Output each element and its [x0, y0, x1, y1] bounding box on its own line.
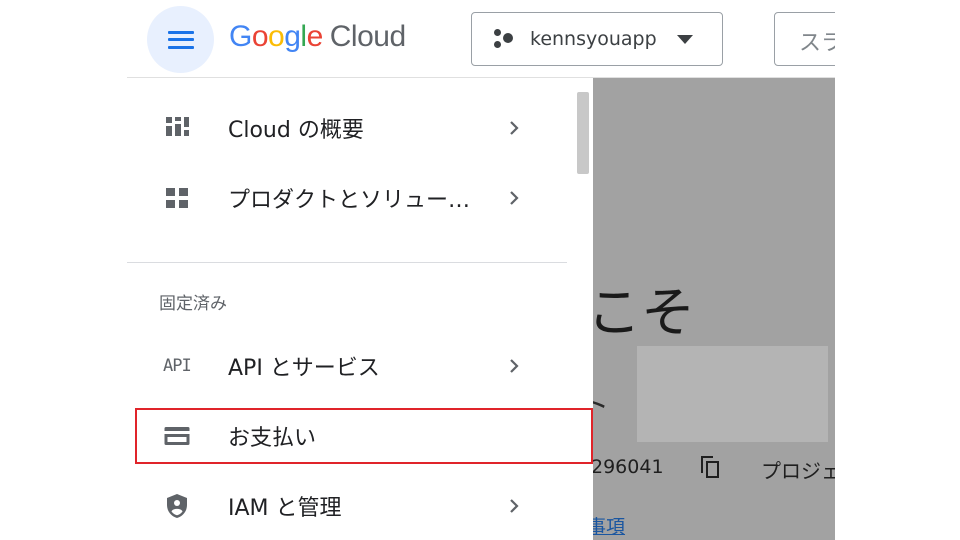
project-dots-icon [494, 28, 516, 50]
nav-item-cloud-overview[interactable]: Cloud の概要 [127, 99, 567, 157]
google-cloud-logo[interactable]: Google Cloud [229, 20, 406, 54]
project-subtext: ト [593, 389, 610, 422]
nav-item-api-services[interactable]: API API とサービス [127, 337, 567, 395]
drawer-divider [127, 262, 567, 263]
top-app-bar: GoogleCloud kennsyouapp スラ [127, 0, 835, 78]
main-content-overlay: こそ ト 296041 プロジェ 事項 [593, 78, 835, 540]
nav-item-label: IAM と管理 [228, 496, 342, 521]
iam-shield-icon [167, 494, 187, 518]
chevron-right-icon [510, 499, 519, 513]
notice-link[interactable]: 事項 [593, 512, 625, 539]
project-picker-button[interactable]: kennsyouapp [471, 12, 723, 66]
drawer-scrollbar[interactable] [577, 92, 589, 174]
project-name: kennsyouapp [530, 28, 657, 50]
logo-cloud-word: Cloud [329, 20, 406, 53]
chevron-right-icon [510, 191, 519, 205]
chevron-right-icon [510, 359, 519, 373]
products-grid-icon [163, 184, 191, 212]
chevron-right-icon [510, 121, 519, 135]
caret-down-icon [676, 34, 693, 44]
nav-item-label: プロダクトとソリュー… [228, 188, 471, 213]
dashboard-icon [163, 114, 191, 142]
search-input[interactable]: スラ [774, 12, 835, 66]
nav-item-products-solutions[interactable]: プロダクトとソリュー… [127, 169, 567, 227]
welcome-heading: こそ [593, 281, 695, 344]
pinned-section-title: 固定済み [159, 294, 227, 314]
nav-item-label: API とサービス [228, 356, 380, 381]
screen: GoogleCloud kennsyouapp スラ こそ ト 296041 プ… [127, 0, 835, 540]
api-icon: API [163, 356, 192, 376]
nav-item-iam-admin[interactable]: IAM と管理 [127, 477, 567, 535]
navigation-drawer: Cloud の概要 プロダクトとソリュー… 固定済み API API とサービス [127, 78, 593, 540]
project-info-placeholder [637, 346, 828, 442]
copy-icon[interactable] [701, 456, 719, 478]
hamburger-menu-icon [167, 30, 194, 49]
project-number: 296041 [593, 456, 664, 478]
nav-item-label: Cloud の概要 [228, 118, 364, 143]
project-id-label: プロジェ [761, 459, 835, 483]
main-menu-button[interactable] [147, 6, 214, 73]
billing-highlight-box [135, 408, 593, 464]
